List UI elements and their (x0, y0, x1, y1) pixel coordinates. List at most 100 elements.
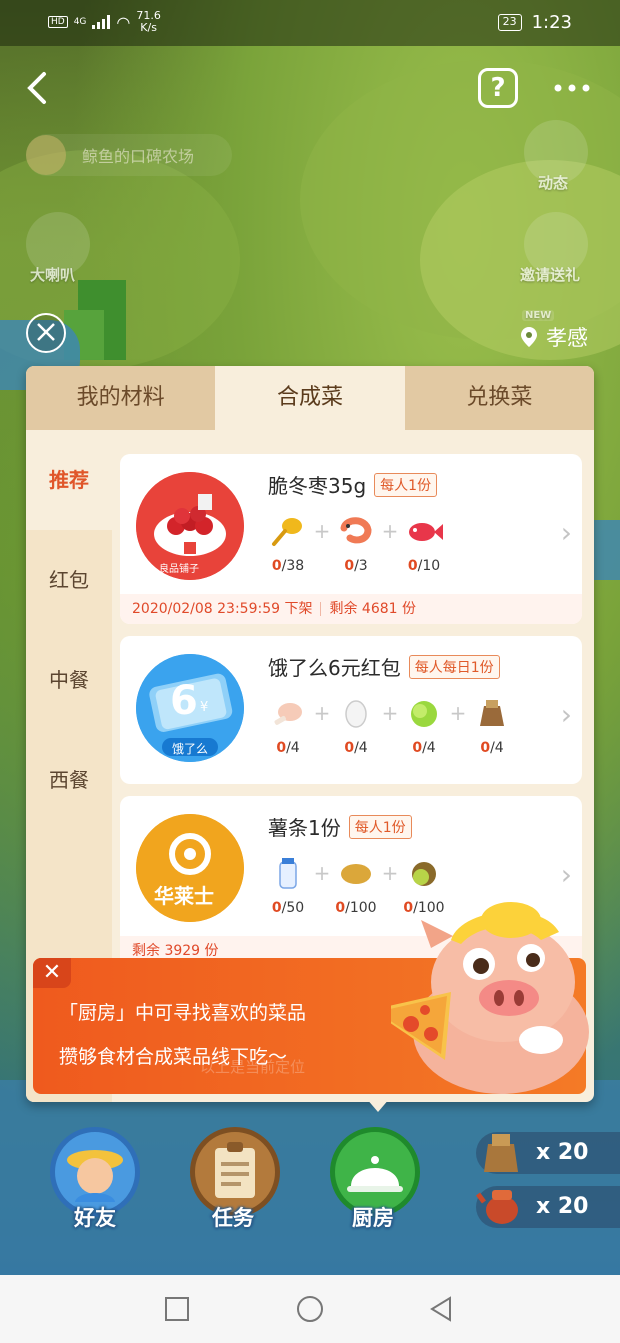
pig-chef-icon (391, 902, 589, 1094)
plus-icon: + (381, 701, 399, 725)
close-panel-button[interactable] (26, 313, 66, 353)
ingredient: 0/4 (332, 696, 380, 756)
invite-label: 邀请送礼 (520, 266, 581, 284)
recipe-title: 脆冬枣35g 每人1份 (268, 470, 438, 499)
network-type: 4G (73, 17, 87, 27)
plus-icon: + (313, 519, 331, 543)
location-name: 孝感 (546, 326, 588, 350)
brand-label: 饿了么 (172, 742, 209, 756)
brand-label: 华莱士 (154, 884, 214, 908)
cloche-icon (347, 1156, 403, 1192)
ingredient: 0/4 (264, 696, 312, 756)
home-button[interactable] (297, 1296, 323, 1322)
potato-icon (341, 864, 371, 884)
tip-line-1: 「厨房」中可寻找喜欢的菜品 (59, 1002, 307, 1024)
spoon-icon (272, 518, 302, 546)
limit-tag: 每人1份 (348, 814, 412, 839)
ingredient: 0/10 (400, 514, 448, 574)
ingredient: 0/4 (468, 696, 516, 756)
tab-bar: 我的材料 合成菜 兑换菜 (26, 366, 594, 430)
category-red-packet[interactable]: 红包 (26, 530, 112, 630)
help-button[interactable]: ? (478, 68, 518, 108)
plus-icon: + (449, 701, 467, 725)
recipe-name: 脆冬枣35g (268, 474, 367, 498)
farm-name-pill[interactable]: 鲸鱼的口碑农场 (26, 134, 232, 176)
ingredient: 0/50 (264, 856, 312, 916)
category-recommended[interactable]: 推荐 (26, 430, 112, 530)
tab-exchange-dish[interactable]: 兑换菜 (405, 366, 594, 430)
clipboard-icon (215, 1142, 255, 1198)
limit-tag: 每人1份 (374, 472, 438, 497)
recipe-title: 饿了么6元红包 每人每日1份 (268, 652, 500, 681)
recents-button[interactable] (165, 1297, 189, 1321)
location-selector[interactable]: 孝感 (520, 322, 588, 352)
product-image-eleme-coupon: 6 ¥ 饿了么 (136, 654, 244, 762)
back-button[interactable] (22, 68, 58, 108)
deadline-text: 2020/02/08 23:59:59 下架 (132, 601, 313, 617)
water-count: x 20 (536, 1194, 589, 1219)
news-label: 动态 (538, 174, 569, 192)
cabbage-icon (411, 701, 437, 727)
system-nav-bar (0, 1275, 620, 1343)
new-badge: NEW (522, 310, 555, 321)
recipe-name: 饿了么6元红包 (268, 656, 401, 680)
egg-icon (345, 700, 367, 728)
clock: 1:23 (531, 12, 572, 33)
watering-can-icon (476, 1190, 518, 1224)
plus-icon: + (381, 519, 399, 543)
tasks-label: 任务 (212, 1206, 254, 1230)
kitchen-tip-banner: ✕ 「厨房」中可寻找喜欢的菜品 攒够食材合成菜品线下吃～ (33, 902, 589, 1094)
ingredient: 0/4 (400, 696, 448, 756)
ingredient: 0/100 (332, 856, 380, 916)
farm-name: 鲸鱼的口碑农场 (82, 147, 195, 166)
plus-icon: + (381, 861, 399, 885)
location-hint-text: 以上是当前定位 (200, 1058, 306, 1076)
category-chinese-food[interactable]: 中餐 (26, 630, 112, 730)
battery-icon: 23 (497, 14, 522, 31)
kitchen-label: 厨房 (352, 1206, 394, 1230)
recipe-name: 薯条1份 (268, 816, 341, 840)
chevron-right-icon: › (560, 698, 572, 731)
milk-icon (279, 858, 297, 889)
hd-badge: HD (48, 16, 68, 28)
more-options-button[interactable] (552, 70, 592, 100)
plus-icon: + (313, 701, 331, 725)
location-pin-icon (521, 327, 537, 347)
status-bar: HD 4G ◠ 71.6 K/s 23 1:23 (0, 0, 620, 46)
plus-icon: + (313, 861, 331, 885)
recipe-card[interactable]: 良品铺子 脆冬枣35g 每人1份 0/38 + 0/3 + 0/10 › 202… (120, 454, 582, 624)
brand-label: 良品铺子 (159, 564, 199, 575)
avatar (26, 135, 66, 175)
network-speed: 71.6 K/s (136, 9, 161, 34)
product-image-wallace: 华莱士 (136, 814, 244, 922)
ingredient-list: 0/38 + 0/3 + 0/10 (264, 514, 448, 574)
recipe-card[interactable]: 6 ¥ 饿了么 饿了么6元红包 每人每日1份 0/4 + 0/4 + 0/4 + (120, 636, 582, 784)
seed-bag-icon (484, 1134, 518, 1172)
system-back-button[interactable] (428, 1295, 456, 1323)
coupon-value: 6 (170, 678, 198, 724)
category-western-food[interactable]: 西餐 (26, 730, 112, 830)
chicken-leg-icon (274, 703, 302, 725)
limit-tag: 每人每日1份 (408, 654, 500, 679)
remaining-text: 剩余 4681 份 (329, 601, 416, 617)
recipe-title: 薯条1份 每人1份 (268, 812, 412, 841)
coupon-unit: ¥ (200, 700, 209, 715)
kiwi-icon (412, 862, 436, 886)
wifi-icon: ◠ (116, 12, 131, 32)
shrimp-icon (340, 517, 372, 544)
chevron-right-icon: › (560, 858, 572, 891)
friends-label: 好友 (74, 1206, 116, 1230)
ingredient-list: 0/4 + 0/4 + 0/4 + 0/4 (264, 696, 516, 756)
remaining-text: 剩余 3929 份 (132, 943, 219, 959)
tab-synthesize-dish[interactable]: 合成菜 (215, 366, 405, 430)
ingredient: 0/3 (332, 514, 380, 574)
sack-icon (480, 700, 504, 726)
farmer-icon (67, 1150, 123, 1202)
fish-icon (409, 523, 443, 541)
chevron-right-icon: › (560, 516, 572, 549)
signal-icon (92, 15, 111, 29)
ingredient: 0/38 (264, 514, 312, 574)
card-footer: 2020/02/08 23:59:59 下架 剩余 4681 份 (120, 594, 582, 624)
tab-my-materials[interactable]: 我的材料 (26, 366, 215, 430)
close-icon[interactable]: ✕ (33, 958, 71, 988)
